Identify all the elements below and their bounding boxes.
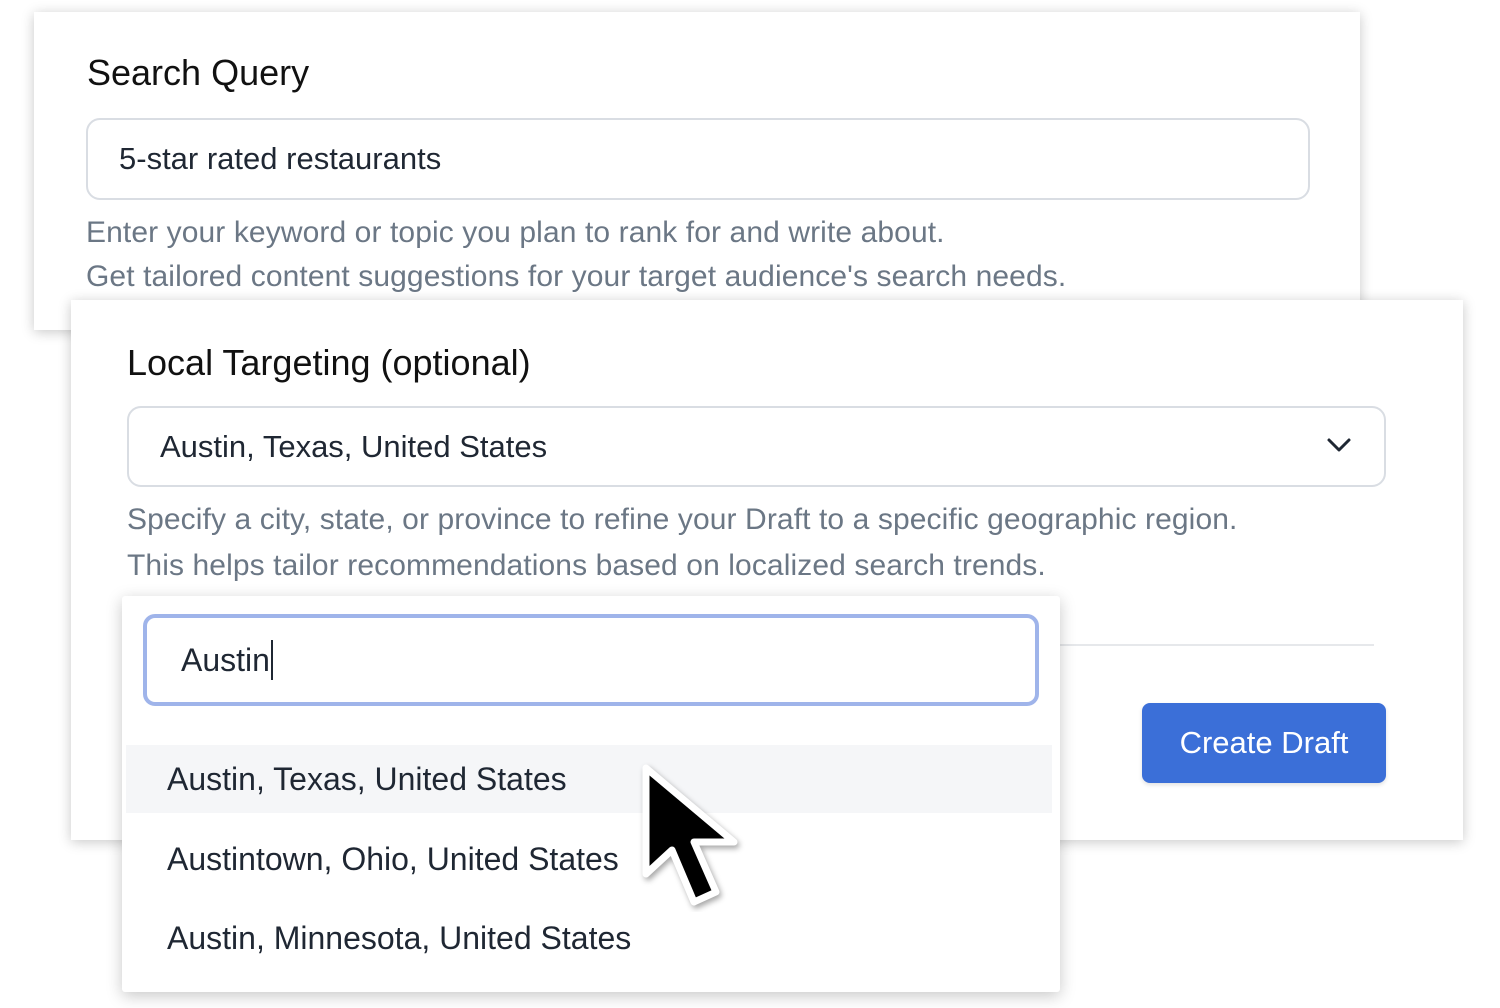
local-targeting-help: Specify a city, state, or province to re… [127, 498, 1237, 588]
create-draft-button[interactable]: Create Draft [1142, 703, 1386, 783]
search-query-help-line-1: Enter your keyword or topic you plan to … [86, 216, 945, 249]
local-targeting-help-line-1: Specify a city, state, or province to re… [127, 503, 1238, 536]
location-option-label: Austin, Minnesota, United States [167, 919, 632, 956]
location-search-value: Austin [181, 641, 270, 678]
location-select-value: Austin, Texas, United States [160, 428, 548, 464]
text-caret [270, 640, 273, 680]
location-option[interactable]: Austin, Minnesota, United States [126, 904, 1052, 972]
search-query-value: 5-star rated restaurants [119, 141, 442, 176]
divider [1058, 644, 1374, 646]
location-search-input[interactable]: Austin [143, 614, 1039, 706]
search-query-help: Enter your keyword or topic you plan to … [86, 211, 1066, 299]
search-query-input[interactable]: 5-star rated restaurants [86, 118, 1310, 200]
location-option-label: Austin, Texas, United States [167, 760, 567, 797]
search-query-title: Search Query [87, 52, 310, 93]
chevron-down-icon[interactable] [1326, 436, 1352, 454]
mouse-pointer-icon [642, 764, 738, 906]
location-dropdown: Austin Austin, Texas, United States Aust… [122, 596, 1060, 992]
location-option-label: Austintown, Ohio, United States [167, 840, 619, 877]
location-select[interactable]: Austin, Texas, United States [127, 406, 1386, 487]
local-targeting-help-line-2: This helps tailor recommendations based … [127, 549, 1046, 582]
stage: Search Query 5-star rated restaurants En… [0, 0, 1500, 1008]
search-query-card: Search Query 5-star rated restaurants En… [34, 12, 1360, 330]
location-option[interactable]: Austin, Texas, United States [126, 745, 1052, 813]
search-query-help-line-2: Get tailored content suggestions for you… [86, 260, 1067, 293]
location-option[interactable]: Austintown, Ohio, United States [126, 825, 1052, 893]
local-targeting-title: Local Targeting (optional) [127, 342, 531, 383]
